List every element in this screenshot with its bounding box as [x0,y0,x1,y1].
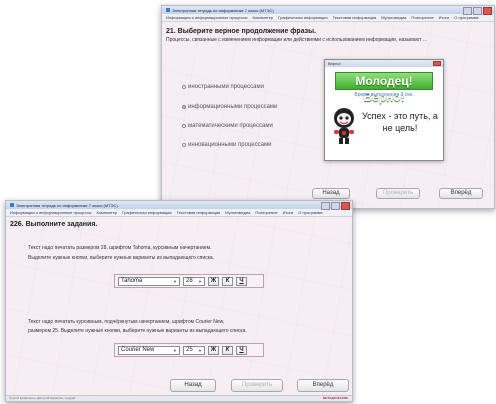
bold-button[interactable]: Ж [208,276,219,286]
underline-button[interactable]: Ч [236,345,247,355]
check-button[interactable]: Проверить [231,379,283,392]
popup-titlebar: Верно! [325,60,443,67]
menu-item[interactable]: О программе [454,15,478,20]
option-4[interactable]: инновационными процессами [182,142,271,148]
italic-button[interactable]: К [222,345,233,355]
menu-item[interactable]: Текстовая информация [177,210,221,215]
task2-line2: размером 25. Выделите нужные кнопки, выб… [28,328,247,334]
maximize-button[interactable] [473,7,482,15]
result-popup: Верно! Молодец! Верно! Время выполнения … [324,59,444,161]
menu-item[interactable]: Мультимедиа [225,210,250,215]
chevron-down-icon: ▼ [173,347,177,353]
chevron-down-icon: ▼ [173,278,177,284]
back-window-titlebar: Электронная тетрадь по информатике 7 кла… [162,6,494,15]
size-select[interactable]: 25 ▼ [183,345,205,355]
size-value: 25 [186,347,193,353]
option-1[interactable]: иностранными процессами [182,84,264,90]
time-text: Время выполнения 3 сек. [354,92,414,98]
menu-item[interactable]: Повторение [411,15,433,20]
front-window-titlebar: Электронная тетрадь по информатике 7 кла… [6,201,352,210]
menu-item[interactable]: Итоги [283,210,294,215]
window-title: Электронная тетрадь по информатике 7 кла… [172,7,274,13]
menu-item[interactable]: Текстовая информация [333,15,377,20]
italic-button[interactable]: К [222,276,233,286]
menu-item[interactable]: Компьютер [252,15,273,20]
next-button[interactable]: Вперёд [297,379,349,392]
back-window: Электронная тетрадь по информатике 7 кла… [161,5,495,209]
back-button[interactable]: Назад [170,379,216,392]
task1-line1: Текст надо печатать размером 28, шрифтом… [28,245,212,251]
check-button[interactable]: Проверить [376,188,420,199]
task2-line1: Текст надо печатать курсивным, подчёркну… [28,319,225,325]
menu-item[interactable]: О программе [298,210,322,215]
chevron-down-icon: ▼ [198,278,202,284]
question-text: Процессы, связанные с изменением информа… [166,37,427,43]
menu-item[interactable]: Итоги [439,15,450,20]
back-content: 21. Выберите верное продолжение фразы. П… [162,22,494,208]
chevron-down-icon: ▼ [198,347,202,353]
success-banner: Молодец! Верно! [335,72,433,104]
popup-close-button[interactable] [433,61,441,66]
underline-button[interactable]: Ч [236,276,247,286]
menu-item[interactable]: Информация и информационные процессы [10,210,91,215]
window-title: Электронная тетрадь по информатике 7 кла… [16,202,118,208]
option-label: математическими процессами [188,123,273,129]
front-window: Электронная тетрадь по информатике 7 кла… [5,200,353,402]
menu-item[interactable]: Информация и информационные процессы [166,15,247,20]
radio-button[interactable] [182,143,186,147]
font-value: Courier New [121,347,155,353]
size-value: 28 [186,278,193,284]
radio-button-selected[interactable] [182,105,186,109]
app-icon [10,203,14,207]
front-menubar: Информация и информационные процессы Ком… [6,209,352,217]
task-title: 21. Выберите верное продолжение фразы. [166,28,317,35]
robot-icon [334,108,354,144]
option-label: иностранными процессами [188,84,264,90]
app-icon [166,8,170,12]
menu-item[interactable]: Мультимедиа [381,15,406,20]
status-bar: Сергей Кривошеин, Дмитрий Шумилин, Андре… [6,395,352,401]
radio-button[interactable] [182,124,186,128]
popup-title: Верно! [328,61,341,66]
format-toolbar-2: Courier New ▼ 25 ▼ Ж К Ч [114,343,264,357]
next-button[interactable]: Вперёд [439,188,483,199]
window-controls [321,202,350,210]
close-button[interactable] [341,202,350,210]
option-2[interactable]: информационными процессами [182,104,277,110]
menu-item[interactable]: Повторение [255,210,277,215]
close-button[interactable] [483,7,492,15]
menu-item[interactable]: Графическая информация [122,210,171,215]
maximize-button[interactable] [331,202,340,210]
back-menubar: Информация и информационные процессы Ком… [162,14,494,22]
option-label: инновационными процессами [188,142,272,148]
font-select[interactable]: Courier New ▼ [118,345,180,355]
front-content: 226. Выполните задания. Текст надо печат… [6,217,352,401]
option-3[interactable]: математическими процессами [182,123,273,129]
back-button[interactable]: Назад [312,188,350,199]
menu-item[interactable]: Компьютер [96,210,117,215]
font-select[interactable]: Tahoma ▼ [118,276,180,286]
minimize-button[interactable] [463,7,472,15]
font-value: Tahoma [121,278,143,284]
minimize-button[interactable] [321,202,330,210]
publisher-logo: МЕТОДИЧЕСКИЕ [322,396,348,400]
task-title: 226. Выполните задания. [10,221,98,228]
task1-line2: Выделите нужные кнопки, выберите нужные … [28,255,215,261]
size-select[interactable]: 28 ▼ [183,276,205,286]
window-controls [463,7,492,15]
status-text: Сергей Кривошеин, Дмитрий Шумилин, Андре… [9,396,79,400]
bold-button[interactable]: Ж [208,345,219,355]
option-label: информационными процессами [188,104,278,110]
menu-item[interactable]: Графическая информация [278,15,327,20]
robot-mascot [331,106,357,146]
format-toolbar-1: Tahoma ▼ 28 ▼ Ж К Ч [114,274,264,288]
radio-button[interactable] [182,85,186,89]
success-message: Успех - это путь, а не цель! [362,111,438,133]
